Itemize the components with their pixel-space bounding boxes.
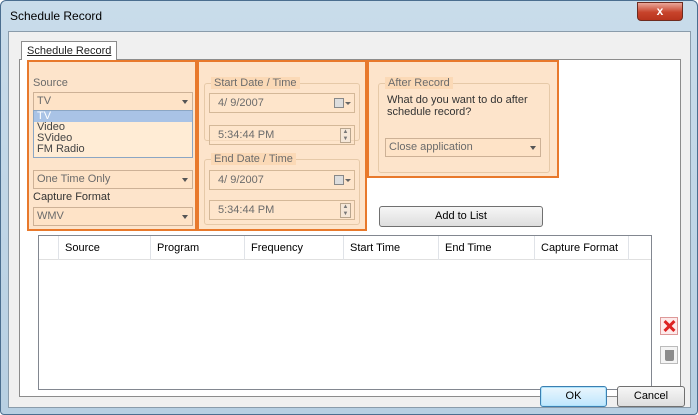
capture-format-label: Capture Format: [33, 191, 111, 203]
chevron-down-icon: [345, 102, 351, 105]
after-record-select[interactable]: Close application: [385, 138, 541, 157]
window-title: Schedule Record: [10, 9, 103, 23]
trash-icon[interactable]: [660, 346, 678, 364]
add-to-list-button[interactable]: Add to List: [379, 206, 543, 227]
column-source[interactable]: Source: [59, 236, 151, 260]
chevron-down-icon: [182, 100, 188, 104]
chevron-down-icon: [182, 178, 188, 182]
dialog-window: Schedule Record x Schedule Record Source…: [0, 0, 698, 415]
source-selected-value: TV: [37, 95, 52, 107]
calendar-icon: [334, 98, 344, 108]
source-dropdown-list: TV Video SVideo FM Radio: [33, 110, 193, 158]
tab-schedule-record[interactable]: Schedule Record: [21, 41, 118, 60]
client-area: Schedule Record Source TV TV Video SVide…: [8, 31, 691, 408]
cancel-button[interactable]: Cancel: [617, 386, 685, 407]
delete-icon[interactable]: [660, 317, 678, 335]
schedule-list[interactable]: Source Program Frequency Start Time End …: [38, 235, 652, 390]
chevron-down-icon: [345, 179, 351, 182]
start-time-value: 5:34:44 PM: [218, 129, 275, 141]
chevron-down-icon: [182, 215, 188, 219]
end-time-field[interactable]: 5:34:44 PM ▲ ▼: [209, 200, 355, 220]
source-select[interactable]: TV: [33, 92, 193, 111]
end-date-picker[interactable]: 4/ 9/2007: [209, 170, 355, 190]
time-spinner[interactable]: ▲ ▼: [340, 128, 351, 143]
start-group-title: Start Date / Time: [211, 77, 300, 89]
capture-format-selected-value: WMV: [37, 210, 64, 222]
close-button[interactable]: x: [637, 2, 683, 21]
start-date-picker[interactable]: 4/ 9/2007: [209, 93, 355, 113]
column-frequency[interactable]: Frequency: [245, 236, 344, 260]
after-record-selected-value: Close application: [389, 141, 473, 153]
column-end-time[interactable]: End Time: [439, 236, 535, 260]
end-date-value: 4/ 9/2007: [218, 174, 264, 186]
column-blank[interactable]: [39, 236, 59, 260]
calendar-icon: [334, 175, 344, 185]
chevron-down-icon: [530, 146, 536, 150]
datetime-panel-highlight: Start Date / Time 4/ 9/2007 5:34:44 PM ▲…: [197, 60, 367, 231]
capture-format-select[interactable]: WMV: [33, 207, 193, 226]
column-start-time[interactable]: Start Time: [344, 236, 439, 260]
time-spinner[interactable]: ▲ ▼: [340, 203, 351, 218]
after-record-question: What do you want to do after schedule re…: [387, 94, 528, 118]
trash-glyph: [665, 350, 674, 361]
frequency-select[interactable]: One Time Only: [33, 170, 193, 189]
source-label: Source: [33, 77, 68, 89]
after-record-title: After Record: [385, 77, 453, 89]
source-option[interactable]: FM Radio: [34, 144, 192, 155]
column-program[interactable]: Program: [151, 236, 245, 260]
end-group-title: End Date / Time: [211, 153, 296, 165]
column-capture-format[interactable]: Capture Format: [535, 236, 629, 260]
list-header: Source Program Frequency Start Time End …: [39, 236, 651, 260]
after-record-highlight: After Record What do you want to do afte…: [367, 60, 559, 178]
start-time-field[interactable]: 5:34:44 PM ▲ ▼: [209, 125, 355, 145]
frequency-selected-value: One Time Only: [37, 173, 111, 185]
ok-button[interactable]: OK: [540, 386, 607, 407]
tab-panel: Source TV TV Video SVideo FM Radio One T…: [19, 59, 681, 397]
title-bar[interactable]: Schedule Record x: [1, 1, 697, 31]
source-panel-highlight: Source TV TV Video SVideo FM Radio One T…: [27, 60, 197, 231]
end-time-value: 5:34:44 PM: [218, 204, 275, 216]
start-date-value: 4/ 9/2007: [218, 97, 264, 109]
tab-label: Schedule Record: [27, 45, 112, 57]
